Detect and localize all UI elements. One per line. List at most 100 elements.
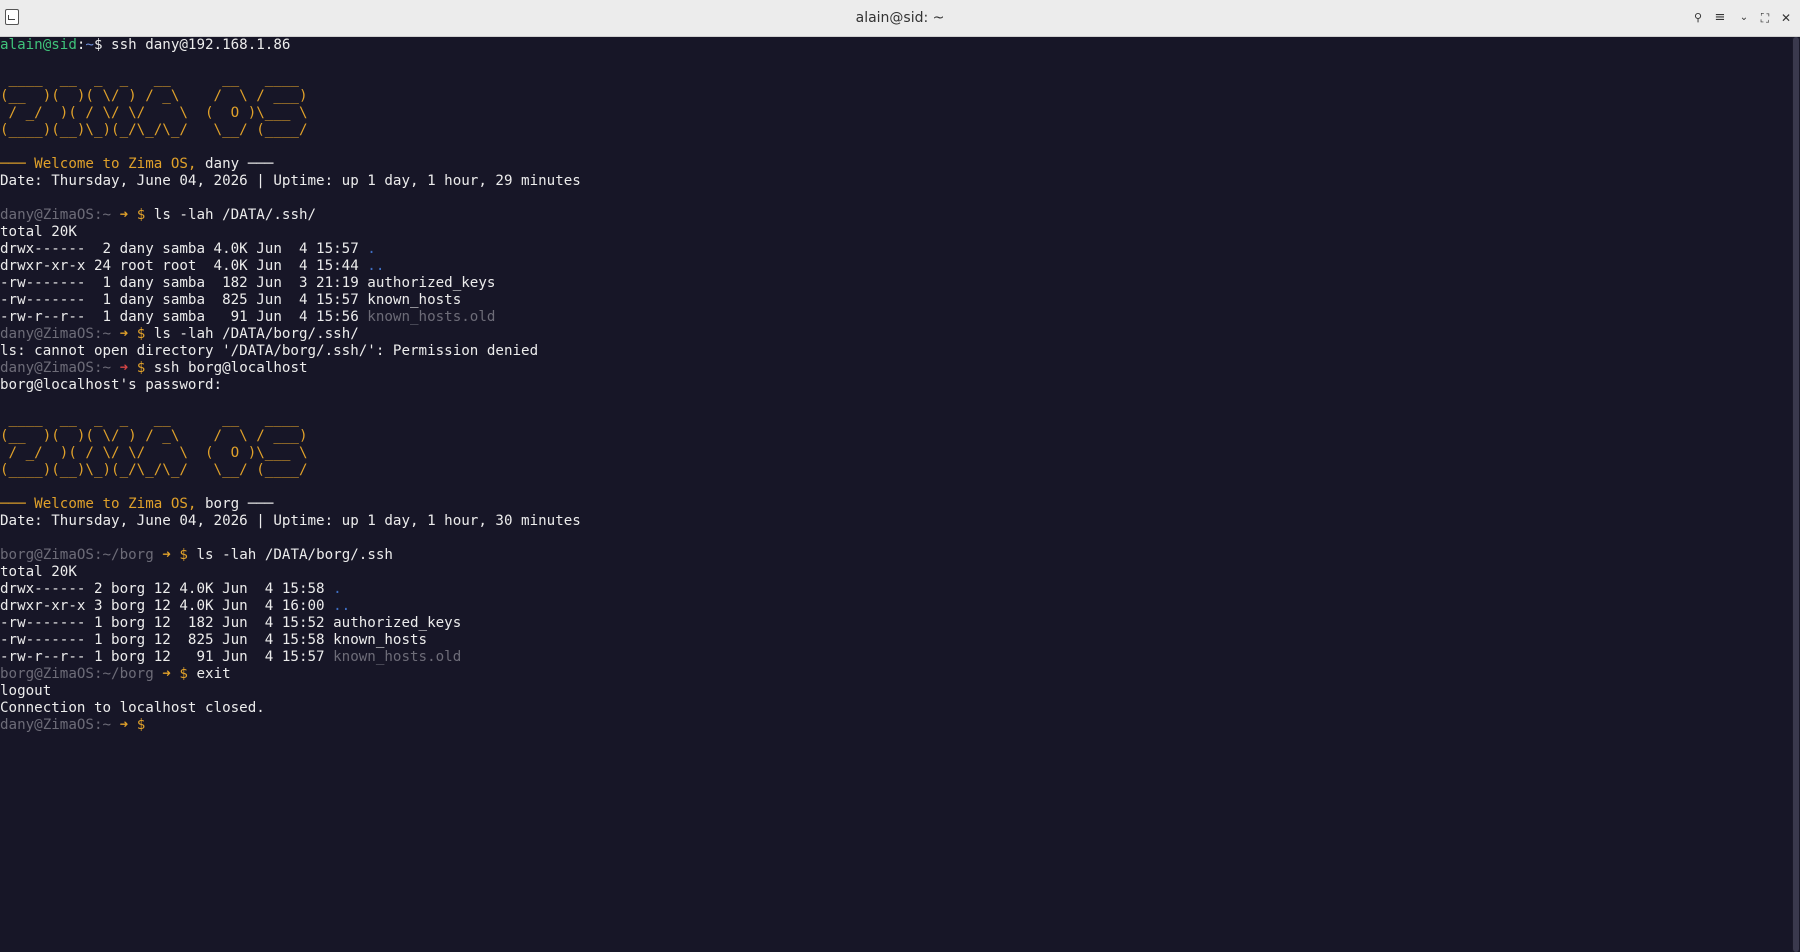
terminal-line: -rw------- 1 borg 12 182 Jun 4 15:52 aut… xyxy=(0,615,581,632)
terminal-line: Date: Thursday, June 04, 2026 | Uptime: … xyxy=(0,173,581,190)
terminal-text-segment: -rw------- 1 dany samba 825 Jun 4 15:57 … xyxy=(0,292,462,308)
terminal-text-segment: -rw------- 1 borg 12 182 Jun 4 15:52 aut… xyxy=(0,615,462,631)
terminal-text-segment: known_hosts.old xyxy=(367,309,496,325)
terminal-line: / _/ )( / \/ \/ \ ( O )\___ \ xyxy=(0,105,581,122)
terminal-text-segment: ls -lah /DATA/borg/.ssh/ xyxy=(153,326,359,342)
terminal-text-segment: ─── xyxy=(239,496,274,512)
terminal-text-segment: ─── Welcome to Zima OS, xyxy=(0,156,205,172)
terminal-line: dany@ZimaOS:~ ➜ $ ls -lah /DATA/.ssh/ xyxy=(0,207,581,224)
terminal-line: -rw-r--r-- 1 dany samba 91 Jun 4 15:56 k… xyxy=(0,309,581,326)
terminal-text-segment: $ xyxy=(179,666,197,682)
terminal-text-segment: ➜ xyxy=(119,360,137,376)
terminal-line: drwx------ 2 dany samba 4.0K Jun 4 15:57… xyxy=(0,241,581,258)
close-icon[interactable]: ✕ xyxy=(1777,8,1795,28)
terminal-text-segment: .. xyxy=(367,258,385,274)
terminal-text-segment: ➜ xyxy=(119,326,137,342)
terminal-text-segment: drwx------ 2 borg 12 4.0K Jun 4 15:58 xyxy=(0,581,334,597)
terminal-line: -rw-r--r-- 1 borg 12 91 Jun 4 15:57 know… xyxy=(0,649,581,666)
terminal-line: logout xyxy=(0,683,581,700)
terminal-text-segment: $ xyxy=(136,326,154,342)
terminal-text-segment: (____)(__)\_)(_/\_/\_/ \__/ (____/ xyxy=(0,122,308,138)
terminal-line: -rw------- 1 borg 12 825 Jun 4 15:58 kno… xyxy=(0,632,581,649)
terminal-line: dany@ZimaOS:~ ➜ $ ls -lah /DATA/borg/.ss… xyxy=(0,326,581,343)
terminal-text-segment: -rw-r--r-- 1 dany samba 91 Jun 4 15:56 xyxy=(0,309,368,325)
terminal-text-segment: $ xyxy=(179,547,197,563)
hamburger-menu-icon[interactable]: ≡ xyxy=(1711,8,1729,28)
terminal-text-segment: known_hosts.old xyxy=(333,649,462,665)
terminal-text-segment: drwx------ 2 dany samba 4.0K Jun 4 15:57 xyxy=(0,241,368,257)
terminal-line: borg@ZimaOS:~/borg ➜ $ exit xyxy=(0,666,581,683)
terminal-text-segment: $ xyxy=(136,717,154,733)
terminal-text-segment: total 20K xyxy=(0,224,77,240)
terminal-line: (____)(__)\_)(_/\_/\_/ \__/ (____/ xyxy=(0,462,581,479)
terminal-text-segment: ____ __ _ _ __ __ ____ xyxy=(0,71,299,87)
terminal-text-segment: dany@ZimaOS:~ xyxy=(0,207,120,223)
terminal-line: (__ )( )( \/ ) / _\ / \ / ___) xyxy=(0,428,581,445)
terminal-text-segment: -rw------- 1 dany samba 182 Jun 3 21:19 … xyxy=(0,275,496,291)
terminal-text-segment: ssh borg@localhost xyxy=(153,360,308,376)
terminal-text-segment: ____ __ _ _ __ __ ____ xyxy=(0,411,299,427)
scrollbar-thumb[interactable] xyxy=(1793,37,1799,952)
terminal-text-segment: Date: Thursday, June 04, 2026 | Uptime: … xyxy=(0,513,581,529)
terminal-window: alain@sid: ~ ⚲ ≡ ⌄ ⛶ ✕ alain@sid:~$ ssh … xyxy=(0,0,1800,952)
terminal-text-segment: exit xyxy=(196,666,231,682)
terminal-line: dany@ZimaOS:~ ➜ $ ssh borg@localhost xyxy=(0,360,581,377)
title-bar[interactable]: alain@sid: ~ ⚲ ≡ ⌄ ⛶ ✕ xyxy=(0,0,1800,37)
terminal-text-segment: dany@ZimaOS:~ xyxy=(0,360,120,376)
terminal-line: -rw------- 1 dany samba 182 Jun 3 21:19 … xyxy=(0,275,581,292)
terminal-text-segment: dany@ZimaOS:~ xyxy=(0,717,120,733)
terminal-text-segment: -rw-r--r-- 1 borg 12 91 Jun 4 15:57 xyxy=(0,649,334,665)
terminal-line: drwx------ 2 borg 12 4.0K Jun 4 15:58 . xyxy=(0,581,581,598)
terminal-text-segment: (__ )( )( \/ ) / _\ / \ / ___) xyxy=(0,428,308,444)
window-title: alain@sid: ~ xyxy=(855,10,945,26)
terminal-text-segment: logout xyxy=(0,683,52,699)
terminal-line: borg@localhost's password: xyxy=(0,377,581,394)
terminal-text-segment: ➜ xyxy=(162,547,180,563)
terminal-line: ____ __ _ _ __ __ ____ xyxy=(0,411,581,428)
terminal-text-segment: ls -lah /DATA/.ssh/ xyxy=(153,207,317,223)
terminal-line: ____ __ _ _ __ __ ____ xyxy=(0,71,581,88)
terminal-line: total 20K xyxy=(0,224,581,241)
terminal-output[interactable]: alain@sid:~$ ssh dany@192.168.1.86 ____ … xyxy=(0,37,1792,952)
terminal-line: ─── Welcome to Zima OS, dany ─── xyxy=(0,156,581,173)
search-icon[interactable]: ⚲ xyxy=(1689,8,1707,28)
chevron-down-icon[interactable]: ⌄ xyxy=(1735,8,1753,28)
terminal-line: borg@ZimaOS:~/borg ➜ $ ls -lah /DATA/bor… xyxy=(0,547,581,564)
terminal-text-segment: / _/ )( / \/ \/ \ ( O )\___ \ xyxy=(0,445,308,461)
terminal-line: (__ )( )( \/ ) / _\ / \ / ___) xyxy=(0,88,581,105)
terminal-line: total 20K xyxy=(0,564,581,581)
terminal-lines: alain@sid:~$ ssh dany@192.168.1.86 ____ … xyxy=(0,37,581,734)
terminal-text-segment: ls -lah /DATA/borg/.ssh xyxy=(196,547,393,563)
terminal-text-segment: ─── xyxy=(239,156,274,172)
maximize-icon[interactable]: ⛶ xyxy=(1756,8,1774,28)
terminal-text-segment: ~ xyxy=(85,37,94,53)
terminal-text-segment: / _/ )( / \/ \/ \ ( O )\___ \ xyxy=(0,105,308,121)
terminal-text-segment: .. xyxy=(333,598,351,614)
terminal-text-segment: dany xyxy=(205,156,240,172)
terminal-line: ls: cannot open directory '/DATA/borg/.s… xyxy=(0,343,581,360)
terminal-line: drwxr-xr-x 3 borg 12 4.0K Jun 4 16:00 .. xyxy=(0,598,581,615)
terminal-text-segment: . xyxy=(367,241,376,257)
terminal-text-segment: ls: cannot open directory '/DATA/borg/.s… xyxy=(0,343,539,359)
terminal-text-segment: Date: Thursday, June 04, 2026 | Uptime: … xyxy=(0,173,581,189)
terminal-text-segment: Connection to localhost closed. xyxy=(0,700,265,716)
terminal-text-segment: (____)(__)\_)(_/\_/\_/ \__/ (____/ xyxy=(0,462,308,478)
terminal-text-segment: borg@ZimaOS:~/borg xyxy=(0,547,163,563)
terminal-text-segment: ➜ xyxy=(119,717,137,733)
terminal-text-segment: (__ )( )( \/ ) / _\ / \ / ___) xyxy=(0,88,308,104)
terminal-text-segment: borg@localhost's password: xyxy=(0,377,223,393)
terminal-text-segment: . xyxy=(333,581,342,597)
terminal-line: dany@ZimaOS:~ ➜ $ xyxy=(0,717,581,734)
scrollbar[interactable] xyxy=(1792,37,1800,952)
terminal-text-segment: $ xyxy=(136,207,154,223)
terminal-text-segment: borg@ZimaOS:~/borg xyxy=(0,666,163,682)
terminal-line: Date: Thursday, June 04, 2026 | Uptime: … xyxy=(0,513,581,530)
terminal-text-segment: drwxr-xr-x 24 root root 4.0K Jun 4 15:44 xyxy=(0,258,368,274)
terminal-text-segment: alain@sid xyxy=(0,37,77,53)
terminal-text-segment: total 20K xyxy=(0,564,77,580)
